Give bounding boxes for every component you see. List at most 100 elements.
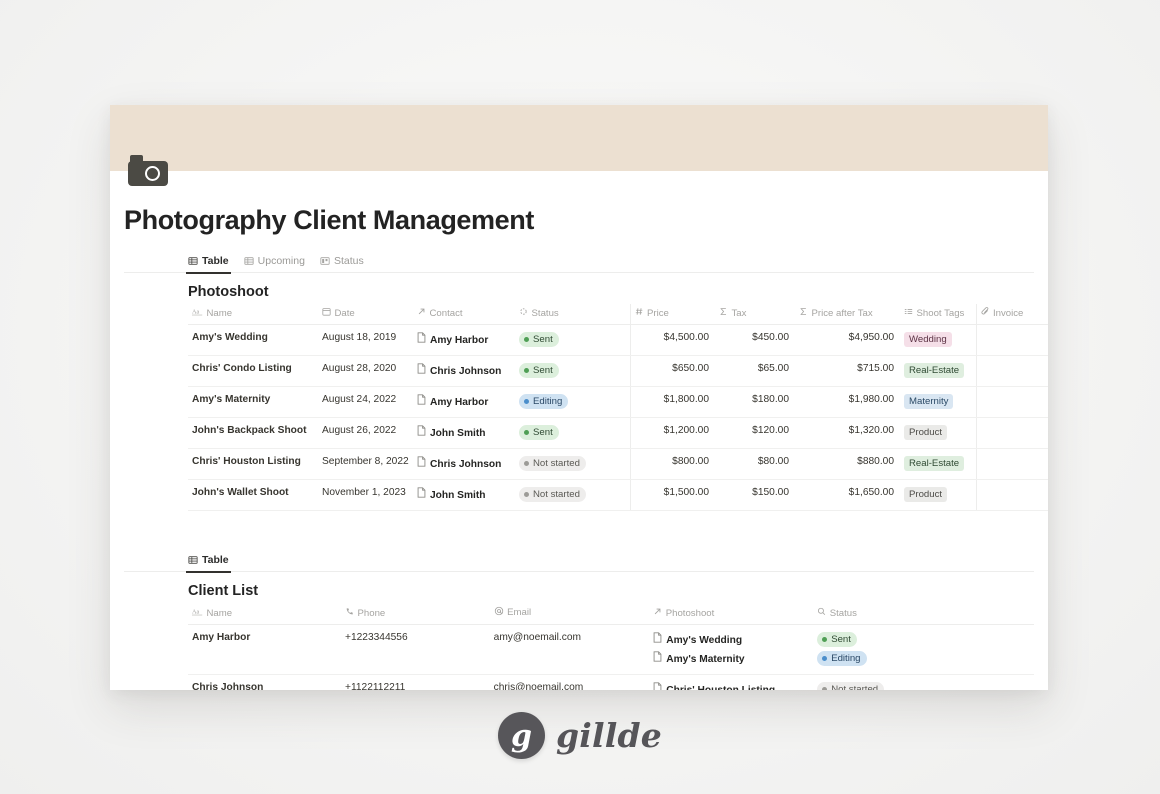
col-header-shoot-tags[interactable]: Shoot Tags [900,304,976,325]
relation-chip[interactable]: Chris' Houston Listing [653,682,807,690]
cell-photoshoots[interactable]: Amy's Wedding Amy's Maternity [649,625,813,675]
cell-contact[interactable]: Chris Johnson [413,449,515,480]
cell-price[interactable]: $4,500.00 [630,325,715,356]
cell-shoot-tag[interactable]: Real-Estate [900,356,976,387]
table-row[interactable]: Chris Johnson+1122112211chris@noemail.co… [188,675,1034,691]
status-badge[interactable]: Not started [817,682,884,690]
table-row[interactable]: Chris' Houston ListingSeptember 8, 2022C… [188,449,1048,480]
cell-name[interactable]: Amy's Maternity [188,387,318,418]
cell-contact[interactable]: John Smith [413,480,515,511]
cell-photoshoots[interactable]: Chris' Houston ListingChris' Condo Listi… [649,675,813,691]
cell-client-name[interactable]: Amy Harbor [188,625,341,675]
col-header-name[interactable]: Aa Name [188,304,318,325]
cell-shoot-tag[interactable]: Real-Estate [900,449,976,480]
cell-invoice[interactable] [976,325,1048,356]
status-badge[interactable]: Sent [519,363,559,378]
cell-client-status[interactable]: Not startedSent [813,675,1034,691]
status-badge[interactable]: Not started [519,487,586,502]
col-header-date[interactable]: Date [318,304,413,325]
col-header-client-status[interactable]: Status [813,603,1034,625]
table-row[interactable]: Amy Harbor+1223344556amy@noemail.comAmy'… [188,625,1034,675]
tab-upcoming[interactable]: Upcoming [244,249,305,273]
cell-price-after-tax[interactable]: $880.00 [795,449,900,480]
relation-chip[interactable]: Chris Johnson [417,363,509,379]
camera-icon[interactable] [128,155,168,186]
cell-date[interactable]: August 28, 2020 [318,356,413,387]
status-badge[interactable]: Editing [817,651,866,666]
cell-invoice[interactable] [976,356,1048,387]
cell-tax[interactable]: $150.00 [715,480,795,511]
col-header-client-name[interactable]: Aa Name [188,603,341,625]
cell-shoot-tag[interactable]: Product [900,418,976,449]
status-badge[interactable]: Editing [519,394,568,409]
col-header-price-after-tax[interactable]: Price after Tax [795,304,900,325]
cell-email[interactable]: chris@noemail.com [490,675,650,691]
relation-chip[interactable]: John Smith [417,425,509,441]
status-badge[interactable]: Sent [519,425,559,440]
cell-phone[interactable]: +1223344556 [341,625,490,675]
cell-status[interactable]: Sent [515,418,630,449]
col-header-contact[interactable]: Contact [413,304,515,325]
tab-table-client[interactable]: Table [188,548,229,572]
col-header-tax[interactable]: Tax [715,304,795,325]
cell-tax[interactable]: $180.00 [715,387,795,418]
cell-date[interactable]: August 24, 2022 [318,387,413,418]
cell-email[interactable]: amy@noemail.com [490,625,650,675]
cell-shoot-tag[interactable]: Maternity [900,387,976,418]
cell-date[interactable]: November 1, 2023 [318,480,413,511]
cell-price-after-tax[interactable]: $715.00 [795,356,900,387]
col-header-status[interactable]: Status [515,304,630,325]
cell-client-status[interactable]: Sent Editing [813,625,1034,675]
relation-chip[interactable]: John Smith [417,487,509,503]
cell-date[interactable]: August 18, 2019 [318,325,413,356]
table-row[interactable]: John's Backpack ShootAugust 26, 2022John… [188,418,1048,449]
relation-chip[interactable]: Amy Harbor [417,332,509,348]
cell-invoice[interactable] [976,480,1048,511]
table-row[interactable]: Amy's WeddingAugust 18, 2019Amy Harbor Se… [188,325,1048,356]
status-badge[interactable]: Not started [519,456,586,471]
col-header-phone[interactable]: Phone [341,603,490,625]
relation-chip[interactable]: Amy's Maternity [653,651,807,667]
cell-shoot-tag[interactable]: Product [900,480,976,511]
col-header-email[interactable]: Email [490,603,650,625]
tab-table[interactable]: Table [188,249,229,273]
status-badge[interactable]: Sent [519,332,559,347]
table-row[interactable]: Amy's MaternityAugust 24, 2022Amy Harbor… [188,387,1048,418]
tab-status[interactable]: Status [320,249,364,273]
cell-status[interactable]: Sent [515,356,630,387]
relation-chip[interactable]: Amy's Wedding [653,632,807,648]
cell-invoice[interactable] [976,418,1048,449]
cell-price[interactable]: $1,500.00 [630,480,715,511]
col-header-photoshoot[interactable]: Photoshoot [649,603,813,625]
cell-phone[interactable]: +1122112211 [341,675,490,691]
cell-name[interactable]: Chris' Condo Listing [188,356,318,387]
cell-name[interactable]: John's Wallet Shoot [188,480,318,511]
cell-name[interactable]: Amy's Wedding [188,325,318,356]
cell-price[interactable]: $1,200.00 [630,418,715,449]
cell-price[interactable]: $650.00 [630,356,715,387]
cell-tax[interactable]: $80.00 [715,449,795,480]
cell-price-after-tax[interactable]: $1,320.00 [795,418,900,449]
cell-shoot-tag[interactable]: Wedding [900,325,976,356]
cell-contact[interactable]: Chris Johnson [413,356,515,387]
cell-price[interactable]: $800.00 [630,449,715,480]
table-row[interactable]: John's Wallet ShootNovember 1, 2023John … [188,480,1048,511]
cell-price[interactable]: $1,800.00 [630,387,715,418]
cell-status[interactable]: Not started [515,480,630,511]
cell-tax[interactable]: $450.00 [715,325,795,356]
cell-name[interactable]: Chris' Houston Listing [188,449,318,480]
cell-name[interactable]: John's Backpack Shoot [188,418,318,449]
cell-status[interactable]: Not started [515,449,630,480]
cell-contact[interactable]: Amy Harbor [413,387,515,418]
cell-status[interactable]: Sent [515,325,630,356]
cell-tax[interactable]: $120.00 [715,418,795,449]
col-header-price[interactable]: Price [630,304,715,325]
cell-invoice[interactable] [976,387,1048,418]
status-badge[interactable]: Sent [817,632,857,647]
relation-chip[interactable]: Amy Harbor [417,394,509,410]
table-row[interactable]: Chris' Condo ListingAugust 28, 2020Chris… [188,356,1048,387]
cell-date[interactable]: September 8, 2022 [318,449,413,480]
cell-price-after-tax[interactable]: $1,650.00 [795,480,900,511]
cell-invoice[interactable] [976,449,1048,480]
cell-price-after-tax[interactable]: $1,980.00 [795,387,900,418]
